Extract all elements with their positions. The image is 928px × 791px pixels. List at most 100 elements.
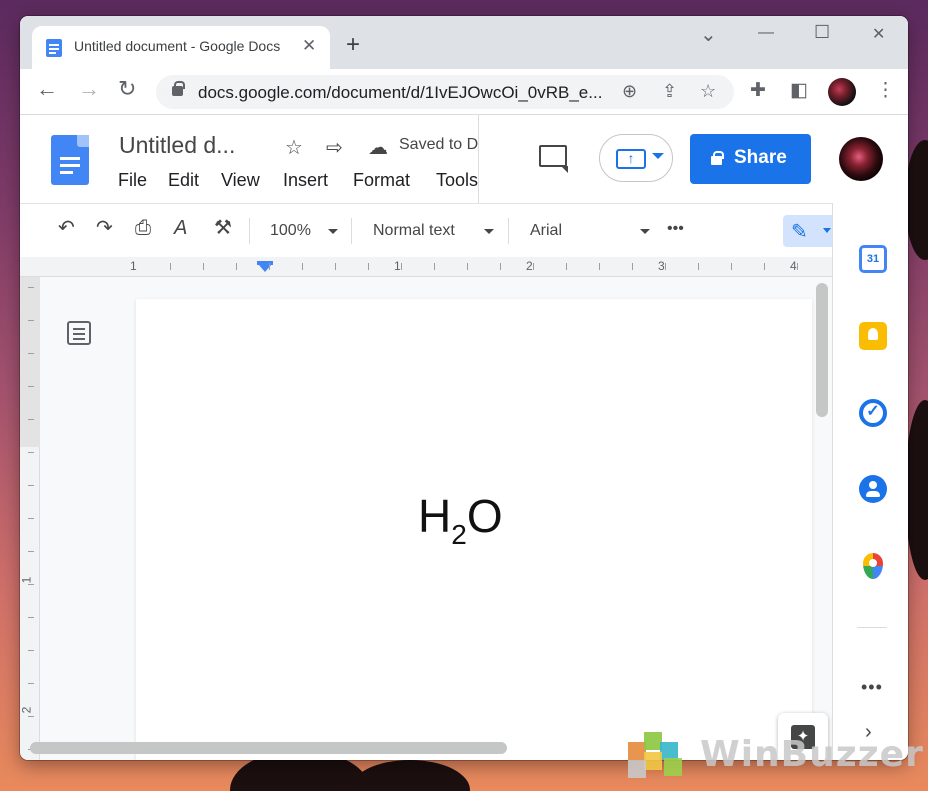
maps-icon[interactable] (863, 553, 883, 579)
chevron-down-icon[interactable] (328, 229, 338, 234)
calendar-icon[interactable]: 31 (859, 245, 887, 273)
edit-toolbar: ↶ ↷ ⎙ A ⚒ 100% Normal text Arial ••• ✎ (20, 203, 835, 257)
chevron-down-icon[interactable] (484, 229, 494, 234)
url-text[interactable]: docs.google.com/document/d/1IvEJOwcOi_0v… (198, 83, 602, 103)
close-window-button[interactable]: ✕ (872, 24, 885, 44)
formula-text[interactable]: H2O (418, 489, 503, 551)
document-canvas: H2O ✦ (40, 277, 832, 760)
menu-edit[interactable]: Edit (168, 170, 199, 191)
vertical-scrollbar[interactable] (816, 283, 828, 417)
comments-icon[interactable] (539, 145, 568, 173)
ruler-margin (20, 277, 40, 447)
font-select[interactable]: Arial (530, 222, 562, 240)
tab-title: Untitled document - Google Docs (74, 38, 281, 54)
menu-tools[interactable]: Tools (436, 170, 480, 191)
ruler-number: 1 (394, 259, 401, 273)
move-folder-icon[interactable]: ⇨ (326, 135, 343, 160)
indent-marker[interactable] (257, 261, 273, 273)
ruler-tick (467, 263, 468, 270)
ruler-tick (335, 263, 336, 270)
ruler-tick (28, 518, 34, 519)
docs-logo-icon[interactable] (51, 135, 89, 185)
undo-icon[interactable]: ↶ (58, 218, 75, 238)
redo-icon[interactable]: ↷ (96, 218, 113, 238)
ruler-number: 2 (526, 259, 533, 273)
cloud-saved-icon[interactable]: ☁ (368, 135, 388, 160)
menu-file[interactable]: File (118, 170, 147, 191)
address-bar[interactable]: docs.google.com/document/d/1IvEJOwcOi_0v… (156, 75, 734, 109)
ruler-tick (665, 263, 666, 270)
ruler-tick (28, 287, 34, 288)
toolbar-divider (508, 218, 509, 244)
ruler-tick (302, 263, 303, 270)
browser-tab[interactable]: Untitled document - Google Docs ✕ (32, 26, 330, 69)
ruler-tick (28, 683, 34, 684)
document-title[interactable]: Untitled d... (119, 132, 235, 159)
spellcheck-icon[interactable]: A (174, 218, 187, 238)
watermark-text: WinBuzzer (700, 734, 924, 775)
reload-icon[interactable]: ↻ (118, 78, 136, 100)
document-outline-icon[interactable] (67, 321, 91, 345)
docs-favicon-icon (46, 39, 62, 57)
lock-icon[interactable] (172, 81, 185, 96)
vertical-ruler[interactable]: 1 1 2 (20, 277, 40, 760)
share-page-icon[interactable]: ⇪ (662, 81, 677, 102)
ruler-tick (28, 353, 34, 354)
new-tab-button[interactable]: + (346, 33, 360, 57)
browser-menu-icon[interactable]: ⋮ (876, 79, 895, 102)
tab-search-icon[interactable]: ⌄ (700, 22, 717, 47)
menu-insert[interactable]: Insert (283, 170, 328, 191)
maximize-button[interactable]: ☐ (814, 22, 830, 43)
ruler-number: 4 (790, 259, 797, 273)
share-button[interactable]: Share (690, 134, 811, 184)
tab-strip: Untitled document - Google Docs ✕ + ⌄ — … (20, 16, 908, 69)
extensions-puzzle-icon[interactable]: ✚ (750, 79, 766, 102)
chevron-down-icon[interactable] (640, 229, 650, 234)
present-icon: ↑ (616, 149, 646, 169)
more-options-icon[interactable]: ••• (667, 220, 684, 238)
bookmark-star-icon[interactable]: ☆ (700, 81, 716, 102)
ruler-tick (28, 650, 34, 651)
profile-avatar[interactable] (828, 78, 856, 106)
ruler-tick (203, 263, 204, 270)
print-icon[interactable]: ⎙ (135, 218, 151, 238)
zoom-icon[interactable]: ⊕ (622, 81, 637, 102)
ruler-tick (368, 263, 369, 270)
side-panel-icon[interactable]: ◧ (790, 79, 808, 102)
toolbar-divider (249, 218, 250, 244)
account-avatar[interactable] (839, 137, 883, 181)
horizontal-ruler[interactable]: 1 1 2 3 4 (20, 257, 832, 277)
paragraph-style-select[interactable]: Normal text (373, 222, 455, 240)
ruler-tick (599, 263, 600, 270)
present-button[interactable]: ↑ (599, 134, 673, 182)
close-tab-icon[interactable]: ✕ (302, 36, 316, 56)
ruler-tick (28, 419, 34, 420)
saved-status[interactable]: Saved to Drive (399, 136, 479, 154)
forward-arrow-icon[interactable]: → (78, 78, 100, 100)
more-addons-icon[interactable]: ••• (861, 677, 883, 698)
document-page[interactable]: H2O (136, 299, 812, 760)
horizontal-scrollbar[interactable] (30, 742, 507, 754)
ruler-tick (401, 263, 402, 270)
ruler-tick (797, 263, 798, 270)
tasks-icon[interactable]: ✓ (859, 399, 887, 427)
winbuzzer-watermark: WinBuzzer (622, 724, 924, 782)
star-icon[interactable]: ☆ (285, 135, 303, 160)
contacts-icon[interactable] (859, 475, 887, 503)
editing-mode-button[interactable]: ✎ (783, 215, 835, 247)
ruler-tick (28, 452, 34, 453)
ruler-tick (28, 551, 34, 552)
zoom-select[interactable]: 100% (270, 222, 311, 240)
back-arrow-icon[interactable]: ← (36, 78, 58, 100)
browser-window: Untitled document - Google Docs ✕ + ⌄ — … (20, 16, 908, 760)
menu-format[interactable]: Format (353, 170, 410, 191)
keep-icon[interactable] (859, 322, 887, 350)
toolbar-divider (351, 218, 352, 244)
palm-silhouette (905, 400, 928, 580)
ruler-number: 1 (20, 576, 34, 584)
header-actions: ↑ Share (478, 115, 908, 203)
menu-view[interactable]: View (221, 170, 260, 191)
minimize-button[interactable]: — (758, 24, 774, 42)
ruler-tick (28, 617, 34, 618)
paint-format-icon[interactable]: ⚒ (214, 218, 232, 238)
